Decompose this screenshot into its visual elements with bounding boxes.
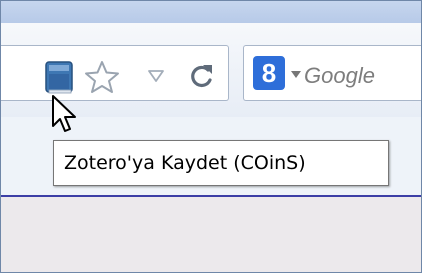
tooltip-text: Zotero'ya Kaydet (COinS) [64,152,306,174]
page-content [1,197,421,272]
reload-icon[interactable] [187,61,215,91]
search-engine-letter: 8 [261,57,277,88]
star-icon[interactable] [84,59,120,95]
triangle-down-icon[interactable] [147,69,165,83]
browser-window: 8 Google Zotero'ya Kaydet (COinS) [0,0,422,273]
mouse-cursor-icon [52,95,76,132]
chevron-down-icon[interactable] [291,71,301,79]
tooltip: Zotero'ya Kaydet (COinS) [53,140,389,186]
window-title-bar [1,1,421,24]
search-input[interactable]: Google [304,63,375,89]
book-icon[interactable] [43,60,79,96]
google-icon[interactable]: 8 [253,56,285,90]
